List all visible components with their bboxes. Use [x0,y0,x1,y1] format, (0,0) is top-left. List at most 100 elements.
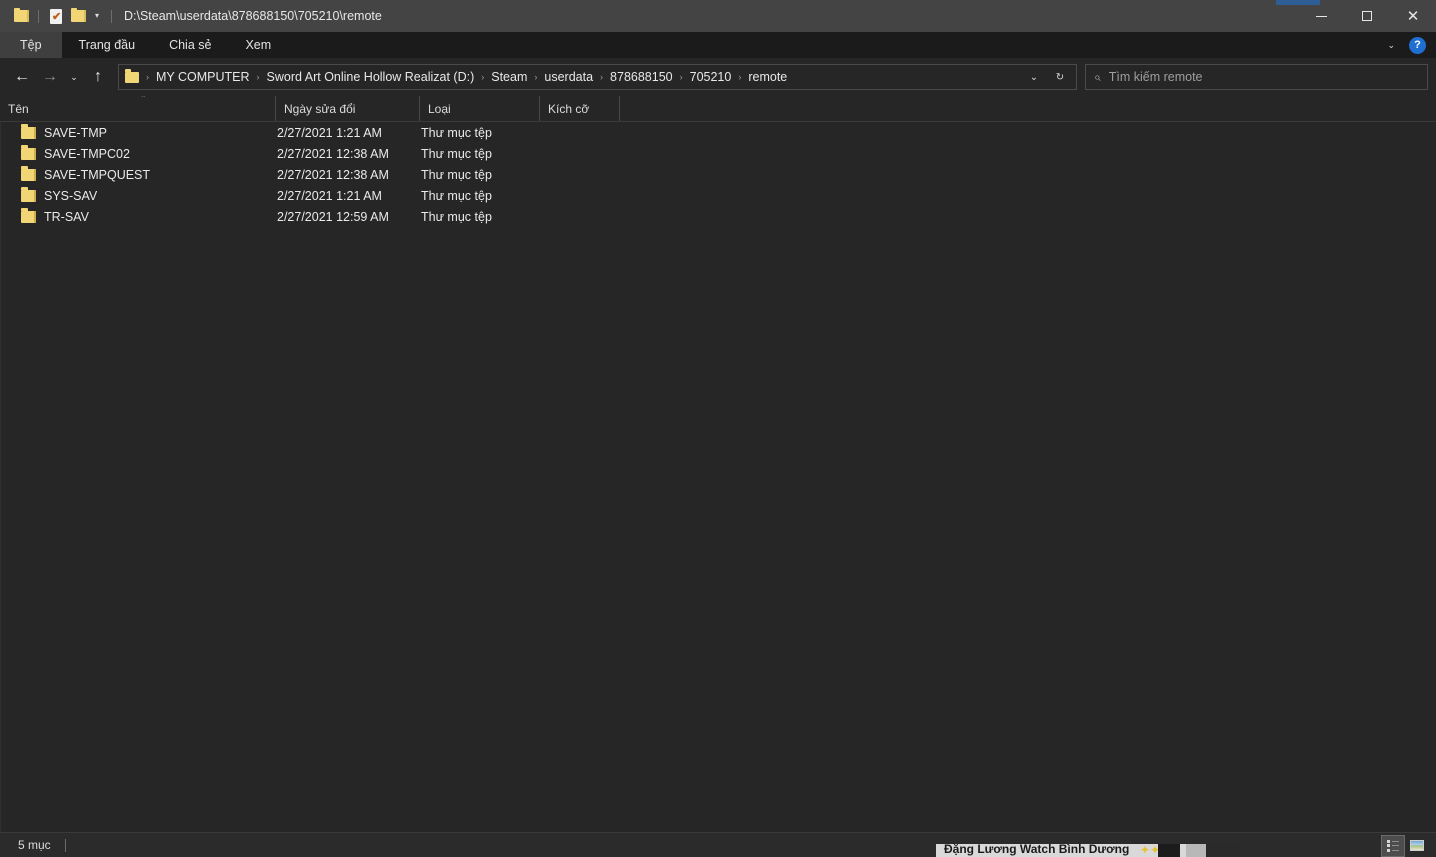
tab-trang-dau[interactable]: Trang đầu [62,32,153,58]
checkmark-icon: ✔ [52,12,61,23]
details-view-button[interactable] [1382,836,1404,856]
new-folder-icon[interactable] [67,5,89,27]
breadcrumb-sep-6: › [735,72,744,82]
background-window-dark-block [1158,844,1180,857]
background-window-title-peek[interactable]: Đặng Lương Watch Bình Dương ✦✦ [936,844,1206,857]
file-date-modified: 2/27/2021 12:38 AM [277,147,421,161]
breadcrumb-sep-3: › [531,72,540,82]
tab-xem[interactable]: Xem [228,32,288,58]
address-history-caret-icon[interactable]: ⌄ [1022,66,1046,88]
breadcrumb-my-computer[interactable]: MY COMPUTER [152,68,254,86]
breadcrumb-userdata[interactable]: userdata [540,68,597,86]
column-header-name[interactable]: Tên ⌃ [0,96,276,121]
large-icons-view-icon [1410,840,1424,851]
file-date-modified: 2/27/2021 12:59 AM [277,210,421,224]
status-divider [65,839,66,852]
search-icon: ⌕ [1094,70,1101,85]
breadcrumb-sep-2: › [478,72,487,82]
search-box[interactable]: ⌕ Tìm kiếm remote [1085,64,1428,90]
ribbon-right-controls: ⌄ ? [1379,32,1432,58]
table-row[interactable]: SAVE-TMPC02 2/27/2021 12:38 AM Thư mục t… [1,143,1436,164]
file-type: Thư mục tệp [421,189,541,203]
column-header-date-label: Ngày sửa đổi [284,102,355,116]
file-name: SAVE-TMP [36,126,277,140]
breadcrumb-sep-4: › [597,72,606,82]
navigation-bar: ← → ⌄ ↑ › MY COMPUTER › Sword Art Online… [0,58,1436,96]
column-header-type-label: Loại [428,102,451,116]
column-header-date-modified[interactable]: Ngày sửa đổi [276,96,420,121]
file-type: Thư mục tệp [421,126,541,140]
table-row[interactable]: SYS-SAV 2/27/2021 1:21 AM Thư mục tệp [1,185,1436,206]
folder-icon [21,127,36,139]
file-name: SYS-SAV [36,189,277,203]
table-row[interactable]: SAVE-TMP 2/27/2021 1:21 AM Thư mục tệp [1,122,1436,143]
close-icon: ✕ [1407,9,1420,24]
file-date-modified: 2/27/2021 1:21 AM [277,189,421,203]
file-name: SAVE-TMPQUEST [36,168,277,182]
tab-tep[interactable]: Tệp [0,32,62,58]
address-bar[interactable]: › MY COMPUTER › Sword Art Online Hollow … [118,64,1077,90]
ribbon-tab-bar: Tệp Trang đầu Chia sẻ Xem ⌄ ? [0,32,1436,58]
tab-chia-se[interactable]: Chia sẻ [152,32,228,58]
breadcrumb-sep-0: › [143,72,152,82]
breadcrumb-705210[interactable]: 705210 [686,68,736,86]
background-window-title: Đặng Lương Watch Bình Dương [936,844,1129,855]
breadcrumb-sep-1: › [254,72,263,82]
breadcrumb-remote[interactable]: remote [744,68,791,86]
breadcrumb-steam[interactable]: Steam [487,68,531,86]
file-date-modified: 2/27/2021 12:38 AM [277,168,421,182]
maximize-button[interactable] [1344,0,1390,32]
tab-xem-label: Xem [245,38,271,52]
window-title-path: D:\Steam\userdata\878688150\705210\remot… [124,9,382,23]
background-window-logo-icon: ✦✦ [1140,844,1160,856]
help-button[interactable]: ? [1409,37,1426,54]
forward-button[interactable]: → [36,63,64,91]
title-bar: ✔ ▾ D:\Steam\userdata\878688150\705210\r… [0,0,1436,32]
up-button[interactable]: ↑ [84,63,112,91]
forward-icon: → [42,68,58,86]
background-window-right-peek [1206,844,1240,857]
help-label: ? [1414,39,1421,51]
file-explorer-window: ✔ ▾ D:\Steam\userdata\878688150\705210\r… [0,0,1436,857]
background-window-edge [1186,844,1206,857]
file-date-modified: 2/27/2021 1:21 AM [277,126,421,140]
recent-locations-button[interactable]: ⌄ [64,63,84,91]
column-header-size[interactable]: Kích cỡ [540,96,620,121]
file-type: Thư mục tệp [421,147,541,161]
search-input[interactable]: Tìm kiếm remote [1109,70,1203,84]
expand-ribbon-caret-icon[interactable]: ⌄ [1379,40,1403,51]
quick-access-folder-icon[interactable] [10,5,32,27]
up-arrow-icon: ↑ [94,68,102,86]
address-folder-icon [125,72,139,83]
customize-qat-caret-icon[interactable]: ▾ [89,5,105,27]
column-header-row: Tên ⌃ Ngày sửa đổi Loại Kích cỡ [0,96,1436,122]
breadcrumb-878688150[interactable]: 878688150 [606,68,677,86]
file-type: Thư mục tệp [421,168,541,182]
properties-icon[interactable]: ✔ [45,5,67,27]
address-bar-actions: ⌄ ↻ [1022,66,1072,88]
file-type: Thư mục tệp [421,210,541,224]
tab-chia-se-label: Chia sẻ [169,38,211,52]
breadcrumb-drive-d[interactable]: Sword Art Online Hollow Realizat (D:) [263,68,479,86]
sort-ascending-icon: ⌃ [140,96,147,103]
refresh-icon[interactable]: ↻ [1048,66,1072,88]
tab-tep-label: Tệp [20,38,42,52]
close-button[interactable]: ✕ [1390,0,1436,32]
column-header-type[interactable]: Loại [420,96,540,121]
file-list[interactable]: SAVE-TMP 2/27/2021 1:21 AM Thư mục tệp S… [0,122,1436,832]
table-row[interactable]: TR-SAV 2/27/2021 12:59 AM Thư mục tệp [1,206,1436,227]
details-view-icon [1387,840,1399,852]
view-mode-buttons [1382,833,1428,857]
back-icon: ← [14,68,30,86]
large-icons-view-button[interactable] [1406,836,1428,856]
folder-icon [21,211,36,223]
table-row[interactable]: SAVE-TMPQUEST 2/27/2021 12:38 AM Thư mục… [1,164,1436,185]
tab-trang-dau-label: Trang đầu [79,38,136,52]
column-header-size-label: Kích cỡ [548,102,589,116]
quick-access-toolbar: ✔ ▾ [0,5,118,27]
background-window-top-peek [1276,0,1320,5]
back-button[interactable]: ← [8,63,36,91]
item-count-label: 5 mục [6,838,51,852]
qat-divider-2 [111,10,112,23]
breadcrumb-sep-5: › [677,72,686,82]
